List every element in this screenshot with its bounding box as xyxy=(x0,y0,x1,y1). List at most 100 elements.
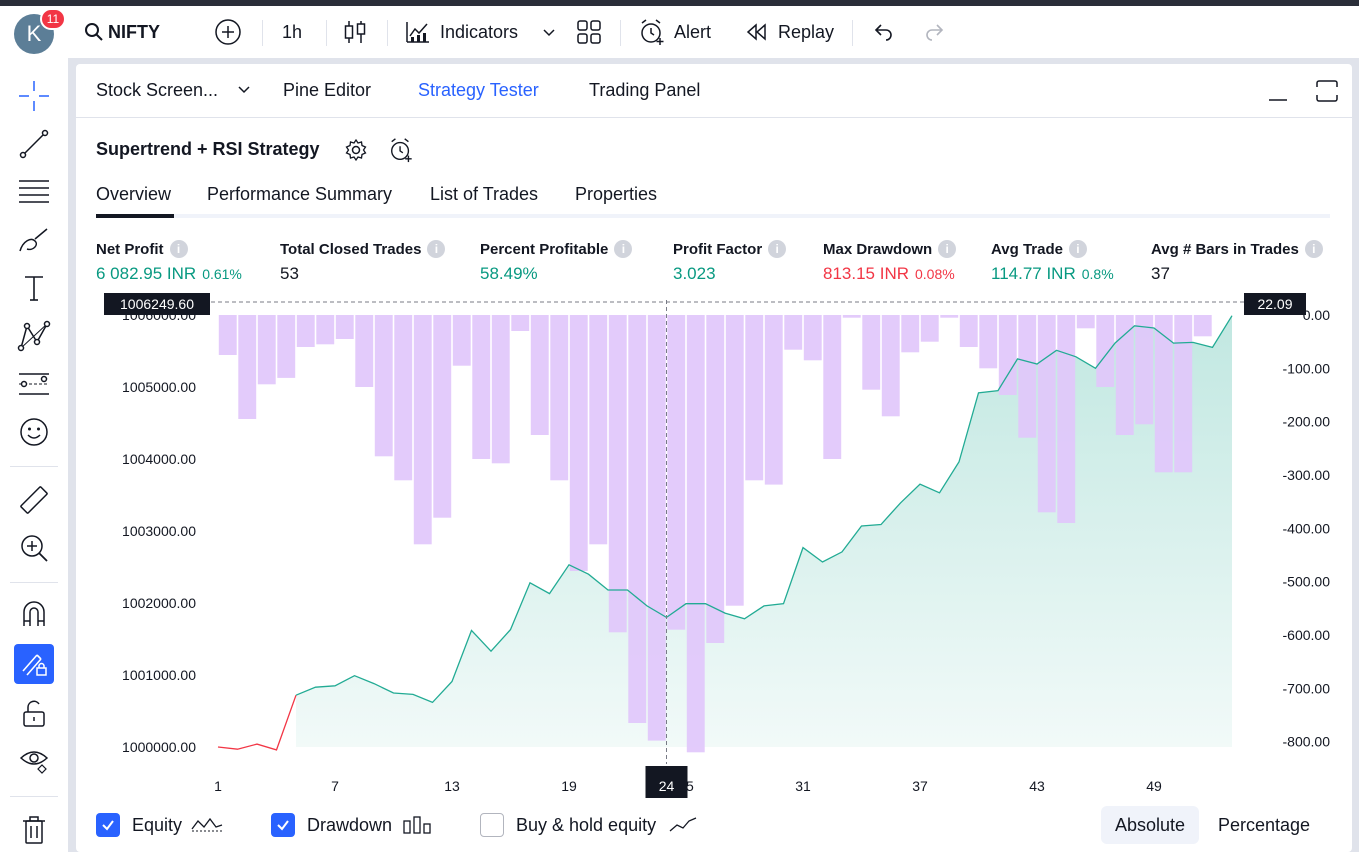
drawdown-toggle[interactable]: Drawdown xyxy=(271,810,432,840)
drawdown-bar xyxy=(355,315,374,387)
unlock-icon xyxy=(23,700,45,727)
right-axis-tick-label: -800.00 xyxy=(1283,734,1331,750)
x-axis-tick-label: 13 xyxy=(444,778,460,794)
drawdown-bar xyxy=(1096,315,1115,387)
drawdown-bar xyxy=(433,315,452,518)
undo-icon xyxy=(874,24,892,41)
candlestick-icon xyxy=(344,21,366,43)
crosshair-icon xyxy=(19,81,49,111)
drawdown-bar xyxy=(589,315,608,545)
hide-drawings-tool[interactable] xyxy=(14,740,54,780)
pattern-icon xyxy=(17,320,51,352)
measure-tool[interactable] xyxy=(14,480,54,520)
drawdown-bar xyxy=(1193,315,1212,337)
emoji-tool[interactable] xyxy=(14,412,54,452)
undo-button[interactable] xyxy=(872,6,894,58)
equity-line-icon xyxy=(191,817,223,832)
compare-symbol-button[interactable] xyxy=(214,6,242,58)
x-axis-tick-label: 37 xyxy=(912,778,928,794)
drawdown-bar xyxy=(842,315,861,318)
interval-button[interactable]: 1h xyxy=(282,6,302,58)
toolbar-divider xyxy=(262,20,263,46)
drawdown-bar xyxy=(413,315,432,545)
alert-button[interactable]: Alert xyxy=(638,6,711,58)
drawdown-bar xyxy=(998,315,1017,395)
pattern-tool[interactable] xyxy=(14,316,54,356)
percentage-button[interactable]: Percentage xyxy=(1206,806,1322,844)
left-axis-tick-label: 1003000.00 xyxy=(122,523,196,539)
replay-button[interactable]: Replay xyxy=(746,6,834,58)
top-toolbar: K 11 NIFTY 1h Indicators Alert Replay xyxy=(0,6,1359,58)
pencil-lock-icon xyxy=(22,654,47,676)
equity-toggle[interactable]: Equity xyxy=(96,810,224,840)
x-crosshair-label: 24 xyxy=(659,778,675,794)
chart-type-button[interactable] xyxy=(342,6,368,58)
trend-line-tool[interactable] xyxy=(14,124,54,164)
brush-tool[interactable] xyxy=(14,220,54,260)
layout-button[interactable] xyxy=(576,6,602,58)
absolute-button[interactable]: Absolute xyxy=(1101,806,1199,844)
drawdown-bar xyxy=(940,315,959,318)
toolbar-divider xyxy=(10,466,58,467)
brush-icon xyxy=(19,228,48,252)
drawdown-bar xyxy=(452,315,471,366)
right-crosshair-label: 22.09 xyxy=(1257,296,1292,312)
drawdown-bar xyxy=(277,315,296,378)
drawdown-label: Drawdown xyxy=(307,814,393,835)
magnet-tool[interactable] xyxy=(14,594,54,634)
drawdown-bar xyxy=(218,315,237,355)
stay-in-drawing-mode-tool[interactable] xyxy=(14,644,54,684)
drawdown-bar xyxy=(316,315,335,345)
equity-label: Equity xyxy=(132,814,183,835)
right-axis-tick-label: -300.00 xyxy=(1283,467,1331,483)
x-axis-tick-label: 49 xyxy=(1146,778,1162,794)
right-axis-tick-label: 0.00 xyxy=(1303,307,1330,323)
drawdown-bar xyxy=(1076,315,1095,329)
equity-drawdown-chart[interactable]: 1006000.001005000.001004000.001003000.00… xyxy=(76,64,1352,804)
left-axis-tick-label: 1002000.00 xyxy=(122,595,196,611)
left-axis-tick-label: 1000000.00 xyxy=(122,739,196,755)
lock-drawings-tool[interactable] xyxy=(14,694,54,734)
buy-hold-checkbox[interactable] xyxy=(480,813,504,837)
equity-checkbox[interactable] xyxy=(96,813,120,837)
text-tool[interactable] xyxy=(14,268,54,308)
toolbar-divider xyxy=(387,20,388,46)
indicators-button[interactable]: Indicators xyxy=(404,6,518,58)
left-crosshair-label: 1006249.60 xyxy=(120,296,194,312)
drawdown-checkbox[interactable] xyxy=(271,813,295,837)
avatar-letter: K xyxy=(26,21,42,46)
drawdown-bar xyxy=(647,315,666,741)
ruler-icon xyxy=(20,486,48,514)
x-axis-tick-label: 43 xyxy=(1029,778,1045,794)
drawdown-bar xyxy=(374,315,393,457)
drawdown-bar xyxy=(1037,315,1056,513)
buy-hold-toggle[interactable]: Buy & hold equity xyxy=(480,810,698,840)
drawing-toolbar xyxy=(0,58,68,852)
drawdown-bar xyxy=(1154,315,1173,473)
remove-drawings-tool[interactable] xyxy=(14,810,54,850)
right-axis-tick-label: -700.00 xyxy=(1283,680,1331,696)
toolbar-divider xyxy=(852,20,853,46)
drawdown-bar xyxy=(745,315,764,481)
symbol-search[interactable]: NIFTY xyxy=(84,6,160,58)
drawdown-bar xyxy=(901,315,920,353)
fib-tool[interactable] xyxy=(14,172,54,212)
symbol-label: NIFTY xyxy=(108,21,160,42)
drawdown-bar xyxy=(296,315,315,347)
right-edge-strip xyxy=(1352,58,1359,852)
strategy-tester-panel: Stock Screen... Pine Editor Strategy Tes… xyxy=(76,64,1352,852)
smiley-icon xyxy=(20,418,48,446)
drawdown-bar xyxy=(550,315,569,481)
left-axis-tick-label: 1005000.00 xyxy=(122,379,196,395)
buy-hold-label: Buy & hold equity xyxy=(516,814,657,835)
grid-layout-icon xyxy=(577,20,601,44)
crosshair-tool[interactable] xyxy=(14,76,54,116)
redo-button[interactable] xyxy=(924,6,946,58)
drawdown-bar xyxy=(862,315,881,390)
zoom-tool[interactable] xyxy=(14,528,54,568)
indicator-templates-button[interactable] xyxy=(542,6,556,58)
x-axis-tick-label: 1 xyxy=(214,778,222,794)
forecast-tool[interactable] xyxy=(14,364,54,404)
toolbar-divider xyxy=(326,20,327,46)
notification-badge: 11 xyxy=(40,8,66,30)
